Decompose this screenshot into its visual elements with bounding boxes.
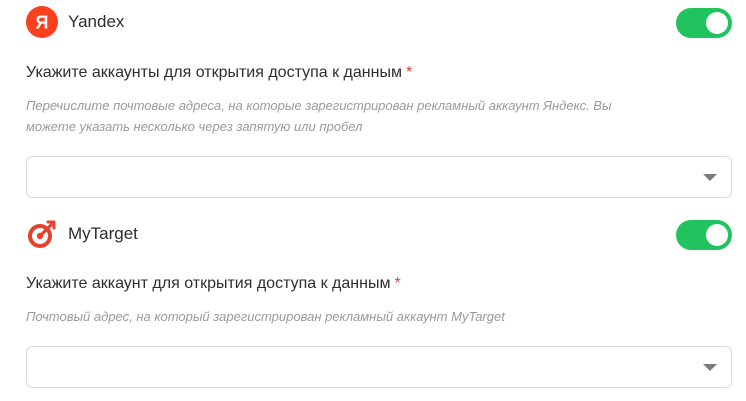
yandex-brand-name: Yandex <box>68 12 125 31</box>
mytarget-required-mark: * <box>394 275 401 292</box>
yandex-required-mark: * <box>405 64 413 81</box>
yandex-hint-line-2: можете указать несколько через запятую и… <box>26 119 363 134</box>
yandex-field-label-text: Укажите аккаунты для открытия доступа к … <box>26 64 402 81</box>
yandex-header: Я Yandex <box>26 6 732 38</box>
mytarget-hint-line: Почтовый адрес, на который зарегистриров… <box>26 309 505 324</box>
yandex-logo-letter: Я <box>36 13 49 33</box>
mytarget-field-label: Укажите аккаунт для открытия доступа к д… <box>26 275 401 293</box>
yandex-logo-icon: Я <box>26 6 58 38</box>
yandex-toggle-knob <box>706 12 728 34</box>
yandex-accounts-select[interactable] <box>26 156 732 198</box>
mytarget-header: MyTarget <box>26 218 732 250</box>
mytarget-logo-icon <box>26 218 58 250</box>
mytarget-field-hint: Почтовый адрес, на который зарегистриров… <box>26 306 726 327</box>
mytarget-toggle[interactable] <box>676 220 732 250</box>
chevron-down-icon <box>703 174 717 181</box>
yandex-toggle[interactable] <box>676 8 732 38</box>
mytarget-field-label-text: Укажите аккаунт для открытия доступа к д… <box>26 275 391 292</box>
mytarget-brand-name: MyTarget <box>68 224 138 243</box>
yandex-field-hint: Перечислите почтовые адреса, на которые … <box>26 95 726 137</box>
mytarget-toggle-knob <box>706 224 728 246</box>
mytarget-account-select[interactable] <box>26 346 732 388</box>
chevron-down-icon <box>703 364 717 371</box>
yandex-hint-line-1: Перечислите почтовые адреса, на которые … <box>26 98 612 113</box>
yandex-field-label: Укажите аккаунты для открытия доступа к … <box>26 64 412 82</box>
